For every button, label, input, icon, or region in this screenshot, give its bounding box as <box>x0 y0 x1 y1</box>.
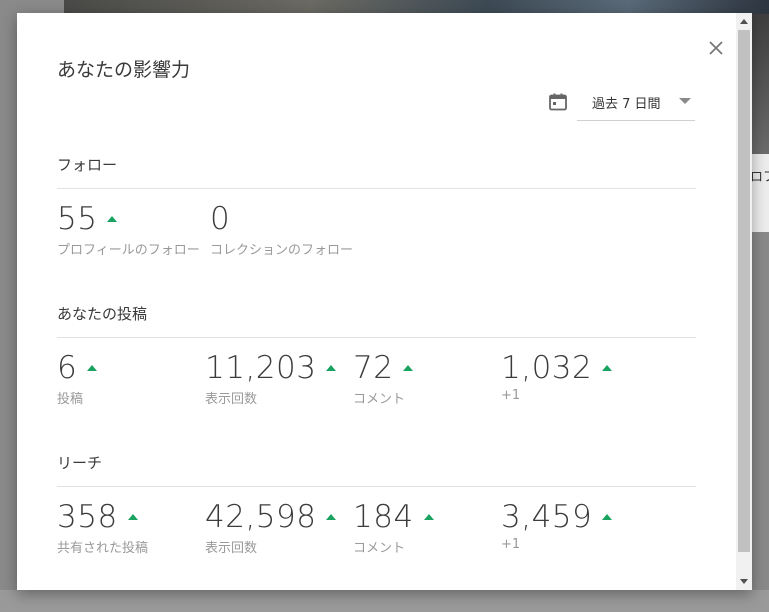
stat-label: コレクションのフォロー <box>210 243 354 258</box>
trend-up-icon <box>423 514 434 520</box>
stat-value: 0 <box>210 201 231 237</box>
date-range-value: 過去 7 日間 <box>592 97 661 112</box>
trend-up-icon <box>127 514 138 520</box>
stat-value: 72 <box>353 350 394 386</box>
scroll-up-icon[interactable] <box>740 19 748 24</box>
trend-up-icon <box>602 365 613 371</box>
chevron-down-icon <box>679 98 691 104</box>
stat-label: プロフィールのフォロー <box>57 243 200 258</box>
stat-reach-plus-ones: 3,459 +1 <box>501 499 613 552</box>
stat-shared-posts: 358 共有された投稿 <box>57 499 148 556</box>
close-icon <box>709 41 723 55</box>
stat-label: +1 <box>501 537 521 552</box>
stat-value: 3,459 <box>501 499 593 535</box>
stat-value: 1,032 <box>501 350 593 386</box>
background-card: ロフ <box>750 154 769 232</box>
stat-label: 表示回数 <box>205 392 258 407</box>
dialog-title: あなたの影響力 <box>57 59 191 81</box>
stat-label: 表示回数 <box>205 541 258 556</box>
section-title-follow: フォロー <box>57 156 118 174</box>
influence-dialog: あなたの影響力 過去 7 日間 フォロー 55 プロフィールのフォロー 0 コレ… <box>17 13 752 590</box>
background-photo-right <box>752 14 769 154</box>
divider <box>57 188 696 189</box>
calendar-icon[interactable] <box>548 92 568 112</box>
stat-reach-views: 42,598 表示回数 <box>205 499 337 556</box>
close-button[interactable] <box>705 37 727 59</box>
stat-value: 358 <box>57 499 118 535</box>
stat-label: コメント <box>353 392 406 407</box>
divider <box>57 486 696 487</box>
stat-value: 6 <box>57 350 78 386</box>
stat-post-views: 11,203 表示回数 <box>205 350 337 407</box>
trend-up-icon <box>602 514 613 520</box>
stat-value: 11,203 <box>205 350 317 386</box>
scrollbar-thumb[interactable] <box>738 30 750 552</box>
scrollbar[interactable] <box>736 13 752 590</box>
stat-label: 共有された投稿 <box>57 541 149 556</box>
stat-reach-comments: 184 コメント <box>353 499 434 556</box>
stat-value: 42,598 <box>205 499 317 535</box>
stat-post-comments: 72 コメント <box>353 350 414 407</box>
trend-up-icon <box>326 365 337 371</box>
section-title-posts: あなたの投稿 <box>57 305 148 323</box>
stat-label: 投稿 <box>57 392 84 407</box>
background-photo <box>64 0 769 14</box>
stat-label: +1 <box>501 388 521 403</box>
stat-collection-follows: 0 コレクションのフォロー <box>210 201 353 258</box>
trend-up-icon <box>87 365 98 371</box>
divider <box>57 337 696 338</box>
stat-profile-follows: 55 プロフィールのフォロー <box>57 201 200 258</box>
stat-posts: 6 投稿 <box>57 350 98 407</box>
trend-up-icon <box>107 216 118 222</box>
date-range-select[interactable]: 過去 7 日間 <box>577 87 695 121</box>
section-title-reach: リーチ <box>57 454 103 472</box>
trend-up-icon <box>403 365 414 371</box>
stat-value: 55 <box>57 201 98 237</box>
background-footer <box>0 590 769 612</box>
trend-up-icon <box>326 514 337 520</box>
background-card-text: ロフ <box>750 170 769 185</box>
stat-label: コメント <box>353 541 406 556</box>
stat-value: 184 <box>353 499 414 535</box>
scroll-down-icon[interactable] <box>740 579 748 584</box>
stat-post-plus-ones: 1,032 +1 <box>501 350 613 403</box>
